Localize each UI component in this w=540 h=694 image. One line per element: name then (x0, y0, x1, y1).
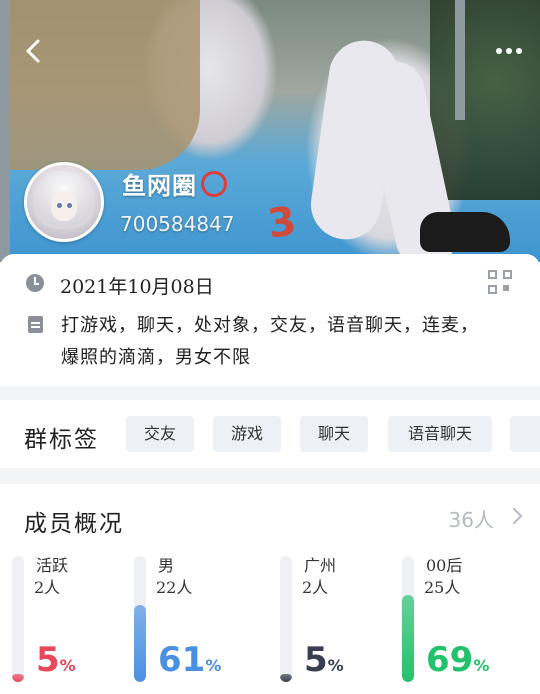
stat-count: 25人 (424, 578, 461, 597)
document-icon (28, 316, 43, 333)
stat-label: 男 (158, 556, 175, 575)
chevron-left-icon (26, 39, 40, 63)
stat-bar-fill (402, 595, 414, 682)
clock-icon (26, 274, 44, 292)
stat-percent: 5% (36, 640, 76, 680)
avatar-eye (67, 203, 72, 208)
stat-bar-track (280, 556, 292, 682)
stat-count: 2人 (302, 578, 329, 597)
percent-sign: % (473, 656, 490, 675)
stat-bar-track (12, 556, 24, 682)
more-dots-icon (516, 48, 522, 54)
tag-item[interactable]: 聊天 (300, 416, 368, 452)
red-circle-emoji (201, 171, 227, 197)
stat-percent-value: 69 (426, 640, 474, 680)
more-button[interactable] (494, 40, 524, 60)
members-title: 成员概况 (24, 511, 124, 537)
create-date-row: 2021年10月08日 (26, 272, 214, 299)
stat-label: 00后 (426, 556, 463, 575)
stat-percent: 61% (158, 640, 221, 680)
stat-bar-fill (12, 674, 24, 682)
group-id: 700584847 (120, 212, 235, 236)
description-row: 打游戏，聊天，处对象，交友，语音聊天，连麦，爆照的滴滴，男女不限 (26, 310, 491, 374)
stat-percent: 69% (426, 640, 489, 680)
cover-number: 3 (264, 198, 299, 248)
tag-item-overflow[interactable] (510, 416, 540, 452)
stat-bar-track (402, 556, 414, 682)
avatar-eye (57, 203, 62, 208)
group-name-text: 鱼网圈 (122, 172, 197, 200)
stat-count: 2人 (34, 578, 61, 597)
cover-shoe (420, 212, 510, 252)
percent-sign: % (327, 656, 344, 675)
cover-plants (430, 0, 540, 200)
more-dots-icon (506, 48, 512, 54)
tag-item[interactable]: 语音聊天 (388, 416, 492, 452)
stat-bar-fill (134, 605, 146, 682)
tag-item[interactable]: 游戏 (213, 416, 281, 452)
stat-percent: 5% (304, 640, 344, 680)
group-description: 打游戏，聊天，处对象，交友，语音聊天，连麦，爆照的滴滴，男女不限 (61, 315, 479, 368)
stat-percent-value: 5 (36, 640, 60, 680)
members-count[interactable]: 36人 (449, 504, 494, 533)
stat-label: 活跃 (36, 556, 69, 575)
tags-title: 群标签 (24, 427, 99, 453)
stat-bar-fill (280, 674, 292, 682)
cover-chair (0, 0, 200, 170)
create-date: 2021年10月08日 (60, 276, 214, 298)
qr-code-icon[interactable] (488, 270, 512, 294)
cover-rail (0, 0, 10, 262)
avatar-face (51, 191, 77, 221)
stat-percent-value: 61 (158, 640, 206, 680)
more-dots-icon (496, 48, 502, 54)
group-name: 鱼网圈 (122, 166, 227, 201)
tag-item[interactable]: 交友 (126, 416, 194, 452)
stat-label: 广州 (304, 556, 337, 575)
stat-percent-value: 5 (304, 640, 328, 680)
stat-count: 22人 (156, 578, 193, 597)
percent-sign: % (205, 656, 222, 675)
group-avatar[interactable] (24, 162, 104, 242)
cover-rail (455, 0, 465, 120)
stat-bar-track (134, 556, 146, 682)
back-button[interactable] (20, 36, 50, 66)
percent-sign: % (59, 656, 76, 675)
